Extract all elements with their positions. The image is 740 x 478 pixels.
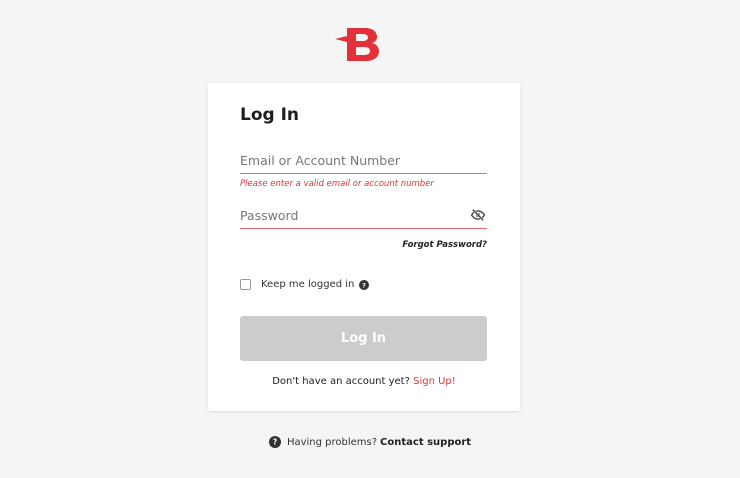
- email-error-message: Please enter a valid email or account nu…: [240, 179, 434, 189]
- svg-text:?: ?: [362, 281, 366, 289]
- svg-text:?: ?: [273, 438, 278, 447]
- eye-off-icon[interactable]: [471, 208, 485, 222]
- no-account-text: Don't have an account yet?: [272, 376, 410, 387]
- email-input[interactable]: [240, 148, 487, 172]
- help-icon[interactable]: ?: [359, 279, 370, 290]
- forgot-password-link[interactable]: Forgot Password?: [402, 240, 487, 250]
- help-circle-icon: ?: [268, 436, 281, 448]
- contact-support-link[interactable]: Contact support: [380, 437, 471, 448]
- keep-logged-in-label[interactable]: Keep me logged in: [261, 279, 354, 290]
- keep-logged-in-checkbox[interactable]: [240, 279, 251, 290]
- brand-logo-icon: [335, 28, 379, 61]
- support-row: ? Having problems? Contact support: [0, 436, 740, 448]
- login-card: Log In Please enter a valid email or acc…: [208, 83, 520, 411]
- email-field-wrapper: [240, 148, 487, 174]
- password-input[interactable]: [240, 203, 460, 227]
- keep-logged-in-row: Keep me logged in ?: [240, 279, 370, 290]
- having-problems-text: Having problems?: [286, 436, 378, 448]
- login-button[interactable]: Log In: [240, 316, 487, 361]
- login-title: Log In: [240, 105, 300, 125]
- signup-row: Don't have an account yet? Sign Up!: [208, 376, 520, 387]
- signup-link[interactable]: Sign Up!: [413, 376, 456, 387]
- password-field-wrapper: [240, 203, 487, 229]
